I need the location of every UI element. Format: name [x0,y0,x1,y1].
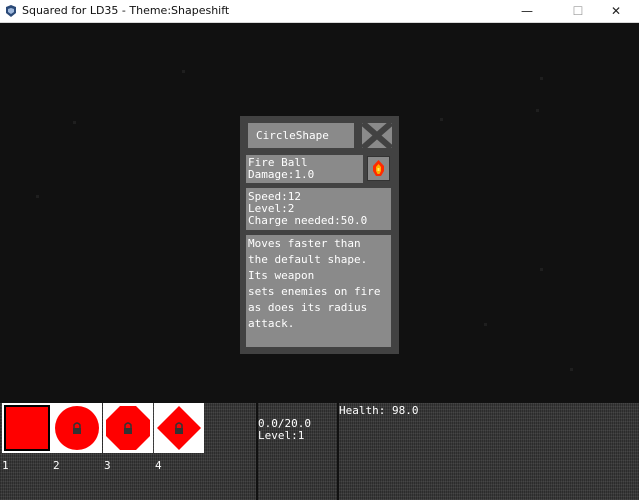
background-speck [36,195,39,198]
description-line: the default shape. [248,253,368,266]
background-speck [484,323,487,326]
close-panel-button[interactable] [360,120,394,151]
background-speck [570,368,573,371]
slot-number: 4 [155,459,162,472]
background-speck [540,77,543,80]
shape-slot-diamond[interactable] [154,403,204,453]
description-line: sets enemies on fire [248,285,381,298]
window-title: Squared for LD35 - Theme:Shapeshift [22,4,230,17]
square-shape-icon [6,407,48,449]
background-speck [540,268,543,271]
shape-slot-circle[interactable] [52,403,102,453]
title-bar: Squared for LD35 - Theme:Shapeshift — ☐ … [0,0,639,23]
bottom-hud: 1 2 3 4 0.0/20.0 Level:1 Health: 98.0 [0,403,639,500]
hud-divider [337,403,339,500]
octagon-shape-icon [106,406,150,450]
description-line: Its weapon [248,269,315,282]
description-line: as does its radius [248,301,368,314]
fireball-icon [373,160,384,176]
shape-info-panel: CircleShape Fire Ball Damage:1.0 Speed:1… [240,116,399,354]
background-speck [536,109,539,112]
description-line: Moves faster than [248,237,361,250]
diamond-shape-icon [157,406,201,450]
shape-slot-octagon[interactable] [103,403,153,453]
weapon-info: Fire Ball Damage:1.0 [246,155,363,183]
background-speck [182,70,185,73]
shape-name-label: CircleShape [248,123,354,148]
charge-needed-stat: Charge needed:50.0 [248,214,368,227]
description-line: attack. [248,317,295,330]
background-speck [440,118,443,121]
shape-stats: Speed:12 Level:2 Charge needed:50.0 [246,188,391,230]
shape-slot-square[interactable] [2,403,52,453]
close-window-button[interactable]: ✕ [593,0,639,22]
app-icon [6,5,16,17]
background-speck [73,121,76,124]
slot-number: 3 [104,459,111,472]
weapon-damage: Damage:1.0 [248,168,315,181]
close-icon [360,120,394,151]
weapon-icon-slot [367,156,390,181]
shape-description: Moves faster than the default shape. Its… [246,235,391,347]
slot-number: 2 [53,459,60,472]
circle-shape-icon [55,406,99,450]
health-readout: Health: 98.0 [339,404,419,417]
player-level: Level:1 [258,429,305,442]
game-viewport: CircleShape Fire Ball Damage:1.0 Speed:1… [0,23,639,403]
minimize-button[interactable]: — [504,0,550,22]
slot-number: 1 [2,459,9,472]
